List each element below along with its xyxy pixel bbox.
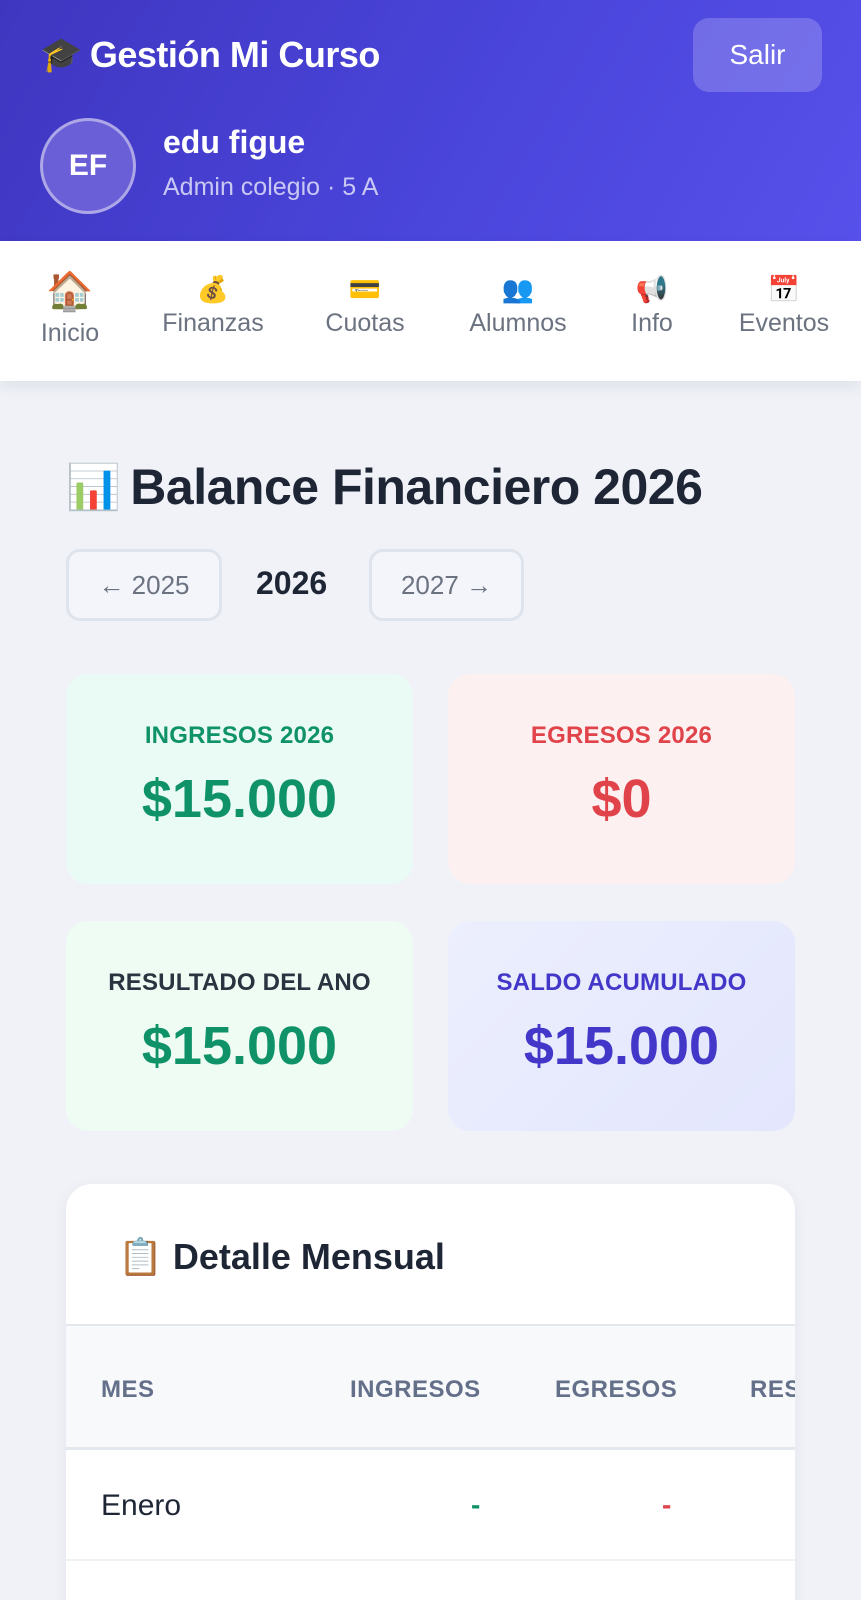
ingresos-cell: - — [471, 1489, 481, 1520]
logout-button[interactable]: Salir — [693, 18, 822, 92]
saldo-card: SALDO ACUMULADO $15.000 — [448, 921, 795, 1131]
brand: 🎓 Gestión Mi Curso — [40, 34, 380, 76]
bar-chart-icon: 📊 — [66, 463, 121, 512]
column-header-resultado: RES — [750, 1376, 795, 1403]
clipboard-icon: 📋 — [118, 1236, 163, 1277]
nav-item-cuotas[interactable]: 💳 Cuotas — [315, 241, 415, 381]
egresos-label: EGRESOS 2026 — [530, 722, 713, 749]
nav-label: Alumnos — [469, 309, 567, 337]
saldo-label: SALDO ACUMULADO — [496, 969, 747, 996]
ingresos-card: INGRESOS 2026 $15.000 — [66, 674, 413, 884]
nav-item-alumnos[interactable]: 👥 Alumnos — [458, 241, 578, 381]
nav-item-inicio[interactable]: 🏠 Inicio — [30, 241, 110, 381]
calendar-icon: 📅 — [767, 274, 801, 304]
megaphone-icon: 📢 — [635, 274, 669, 304]
table-row: Enero - - — [66, 1453, 795, 1561]
current-year: 2026 — [256, 565, 328, 601]
user-name: edu figue — [163, 124, 306, 160]
column-header-ingresos: INGRESOS — [350, 1376, 481, 1403]
egresos-cell: - — [662, 1489, 672, 1520]
nav-label: Cuotas — [325, 309, 405, 337]
next-year-button[interactable]: 2027 → — [369, 549, 524, 621]
avatar: EF — [40, 118, 136, 214]
nav-item-finanzas[interactable]: 💰 Finanzas — [158, 241, 268, 381]
column-header-egresos: EGRESOS — [555, 1376, 678, 1403]
brand-title: Gestión Mi Curso — [89, 34, 381, 75]
table-title-text: Detalle Mensual — [172, 1236, 445, 1277]
resultado-value: $15.000 — [141, 1016, 338, 1076]
money-bag-icon: 💰 — [196, 274, 230, 304]
egresos-card: EGRESOS 2026 $0 — [448, 674, 795, 884]
ingresos-value: $15.000 — [141, 769, 338, 829]
house-icon: 🏠 — [46, 271, 94, 313]
column-header-mes: MES — [101, 1376, 155, 1403]
people-icon: 👥 — [501, 274, 535, 304]
saldo-value: $15.000 — [523, 1016, 720, 1076]
user-role: Admin colegio · 5 A — [163, 173, 379, 201]
nav-label: Eventos — [738, 309, 830, 337]
nav-item-info[interactable]: 📢 Info — [620, 241, 684, 381]
app-header: 🎓 Gestión Mi Curso Salir EF edu figue Ad… — [0, 0, 861, 241]
main-nav: 🏠 Inicio 💰 Finanzas 💳 Cuotas 👥 Alumnos 📢… — [0, 241, 861, 381]
nav-label: Finanzas — [162, 309, 264, 337]
ingresos-label: INGRESOS 2026 — [144, 722, 335, 749]
egresos-value: $0 — [591, 769, 652, 829]
nav-item-eventos[interactable]: 📅 Eventos — [728, 241, 840, 381]
table-header: MES INGRESOS EGRESOS RES — [66, 1324, 795, 1450]
resultado-label: RESULTADO DEL ANO — [108, 969, 371, 996]
monthly-detail-card: 📋 Detalle Mensual MES INGRESOS EGRESOS R… — [66, 1184, 795, 1600]
page-title: 📊 Balance Financiero 2026 — [66, 458, 703, 516]
page-title-text: Balance Financiero 2026 — [130, 459, 703, 515]
nav-label: Inicio — [40, 319, 100, 347]
nav-label: Info — [631, 309, 673, 337]
credit-card-icon: 💳 — [348, 274, 382, 304]
month-cell: Enero — [101, 1489, 182, 1522]
table-title: 📋 Detalle Mensual — [118, 1236, 445, 1278]
resultado-card: RESULTADO DEL ANO $15.000 — [66, 921, 413, 1131]
graduation-cap-icon: 🎓 — [40, 36, 82, 74]
prev-year-button[interactable]: ← 2025 — [66, 549, 222, 621]
